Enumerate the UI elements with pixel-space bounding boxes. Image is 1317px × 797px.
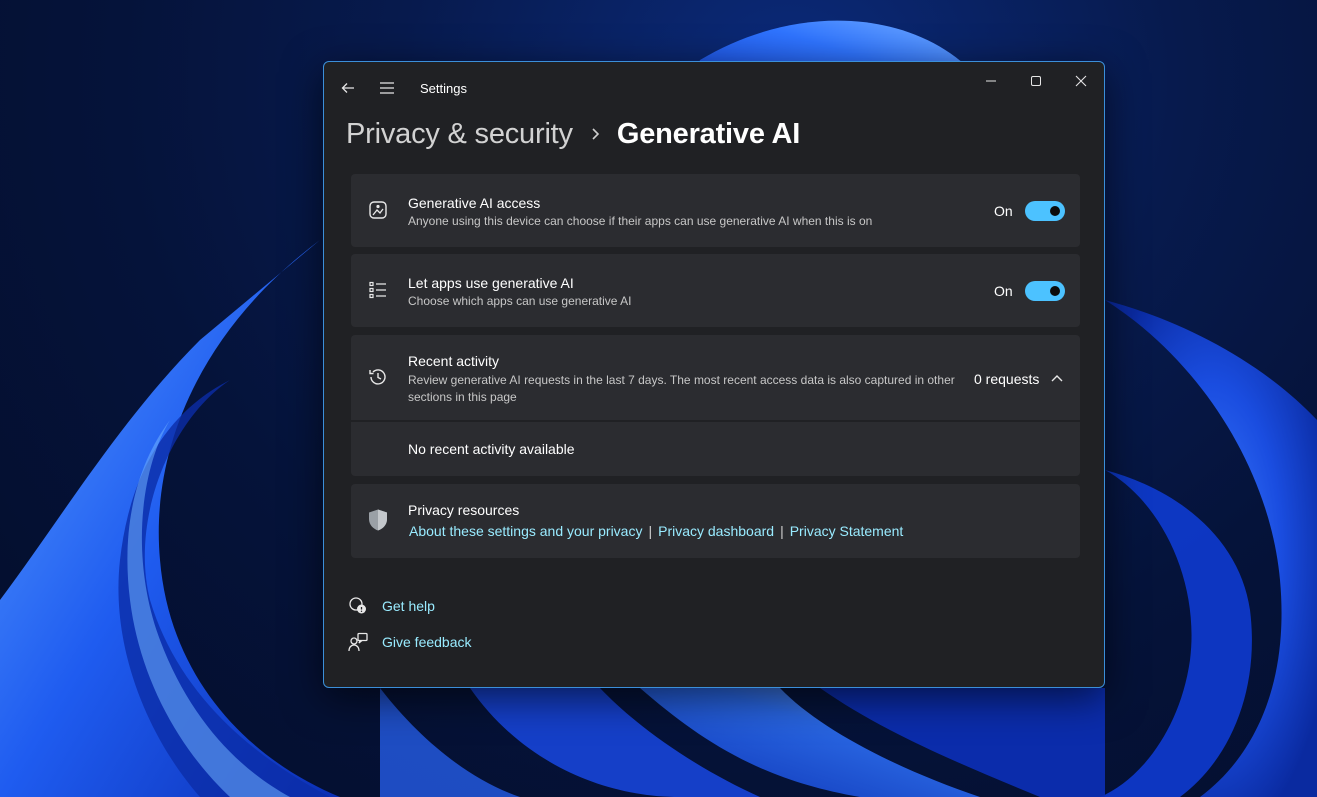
privacy-statement-link[interactable]: Privacy Statement	[790, 523, 904, 539]
privacy-resources-title: Privacy resources	[408, 502, 520, 518]
empty-activity-message: No recent activity available	[408, 441, 575, 457]
link-separator: |	[648, 523, 653, 539]
breadcrumb: Privacy & security Generative AI	[346, 114, 800, 154]
ai-image-icon	[367, 199, 389, 221]
page-title: Generative AI	[616, 117, 801, 150]
setting-description: Choose which apps can use generative AI	[408, 294, 632, 308]
shield-icon	[367, 509, 389, 531]
chevron-right-icon	[591, 127, 601, 141]
back-button[interactable]	[336, 76, 360, 100]
privacy-dashboard-link[interactable]: Privacy dashboard	[658, 523, 774, 539]
setting-description: Anyone using this device can choose if t…	[408, 214, 873, 228]
toggle-state-label: On	[994, 283, 1013, 299]
generative-ai-access-toggle[interactable]	[1025, 201, 1065, 221]
toggle-knob	[1050, 206, 1060, 216]
arrow-left-icon	[341, 83, 354, 93]
privacy-resources-card: Privacy resources About these settings a…	[351, 484, 1080, 558]
link-separator: |	[780, 523, 784, 539]
breadcrumb-parent-link[interactable]: Privacy & security	[346, 118, 573, 151]
get-help-row[interactable]: Get help	[348, 596, 435, 616]
requests-count: 0 requests	[974, 371, 1040, 387]
minimize-icon	[986, 80, 996, 82]
recent-activity-content: No recent activity available	[351, 422, 1080, 476]
privacy-links: About these settings and your privacy | …	[409, 523, 903, 539]
get-help-link[interactable]: Get help	[382, 598, 435, 614]
close-icon	[1075, 75, 1087, 87]
recent-activity-description: Review generative AI requests in the las…	[408, 373, 955, 387]
recent-activity-title: Recent activity	[408, 353, 500, 369]
maximize-button[interactable]	[1021, 68, 1051, 94]
setting-title: Generative AI access	[408, 195, 541, 211]
chevron-up-icon[interactable]	[1050, 371, 1064, 385]
settings-window: Settings Privacy & security Generative A…	[323, 61, 1105, 688]
feedback-icon	[348, 632, 368, 652]
navigation-menu-button[interactable]	[375, 76, 399, 100]
help-chat-icon	[348, 596, 368, 616]
about-settings-privacy-link[interactable]: About these settings and your privacy	[409, 523, 642, 539]
history-icon	[367, 366, 389, 388]
title-bar: Settings	[324, 62, 1104, 112]
maximize-icon	[1031, 76, 1041, 86]
recent-activity-expander[interactable]: Recent activity Review generative AI req…	[351, 335, 1080, 420]
give-feedback-link[interactable]: Give feedback	[382, 634, 472, 650]
app-title: Settings	[420, 81, 467, 96]
let-apps-use-generative-ai-toggle[interactable]	[1025, 281, 1065, 301]
setting-title: Let apps use generative AI	[408, 275, 574, 291]
toggle-knob	[1050, 286, 1060, 296]
setting-card-generative-ai-access: Generative AI access Anyone using this d…	[351, 174, 1080, 247]
close-button[interactable]	[1066, 68, 1096, 94]
give-feedback-row[interactable]: Give feedback	[348, 632, 472, 652]
hamburger-icon	[380, 82, 394, 94]
minimize-button[interactable]	[976, 68, 1006, 94]
setting-card-let-apps-use-generative-ai[interactable]: Let apps use generative AI Choose which …	[351, 254, 1080, 327]
recent-activity-description-cont: sections in this page	[408, 390, 517, 404]
toggle-state-label: On	[994, 203, 1013, 219]
list-icon	[367, 279, 389, 301]
